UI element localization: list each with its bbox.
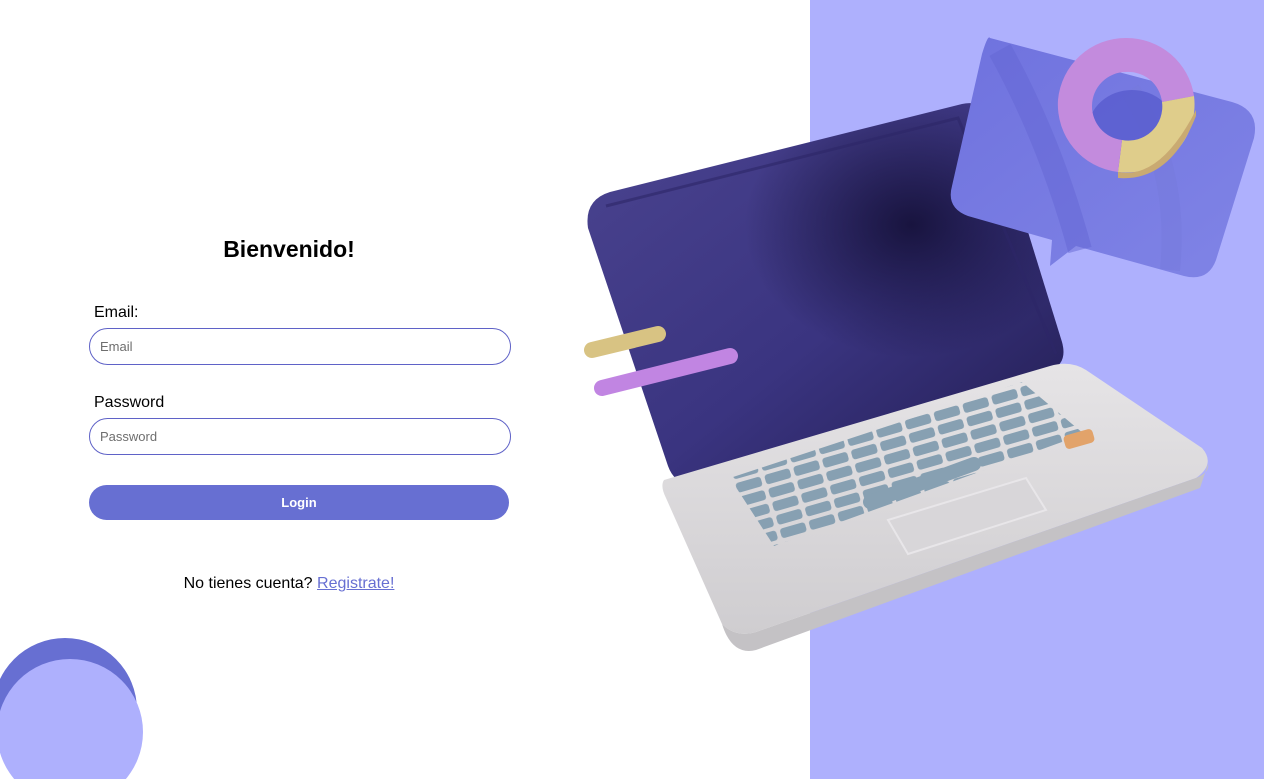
- decorative-blob: [0, 620, 160, 779]
- email-label: Email:: [94, 304, 139, 321]
- password-input[interactable]: [89, 418, 511, 455]
- welcome-title: Bienvenido!: [223, 236, 355, 262]
- password-label: Password: [94, 394, 165, 411]
- laptop-illustration: [570, 20, 1264, 660]
- register-link[interactable]: Registrate!: [317, 575, 394, 592]
- register-prompt-text: No tienes cuenta?: [183, 575, 313, 592]
- email-input[interactable]: [89, 328, 511, 365]
- login-button[interactable]: Login: [89, 485, 509, 520]
- register-prompt: No tienes cuenta? Registrate!: [89, 575, 489, 593]
